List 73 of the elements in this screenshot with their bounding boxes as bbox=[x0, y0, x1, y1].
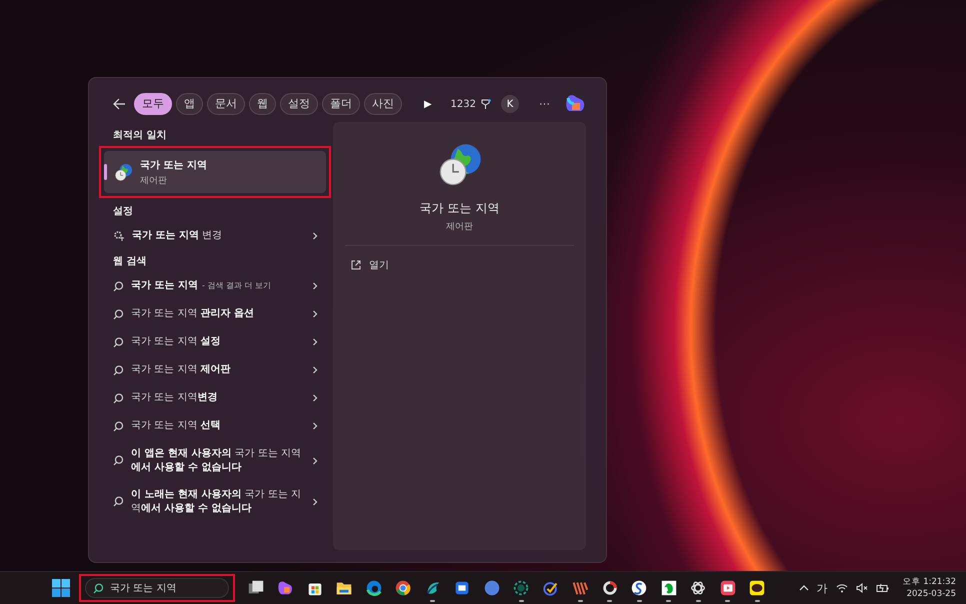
chat-bubble-icon[interactable] bbox=[748, 579, 766, 597]
search-icon bbox=[113, 364, 124, 376]
back-arrow-icon bbox=[113, 98, 126, 110]
wifi-icon[interactable] bbox=[836, 583, 848, 593]
web-search-result[interactable]: 국가 또는 지역 선택 bbox=[131, 419, 304, 433]
swirl-logo-icon[interactable] bbox=[276, 579, 294, 597]
chevron-right-icon bbox=[311, 456, 319, 464]
s-logo-icon[interactable] bbox=[630, 579, 648, 597]
settings-gear-icon bbox=[113, 230, 125, 242]
open-external-icon bbox=[351, 260, 361, 270]
chevron-right-icon bbox=[311, 366, 319, 374]
filter-tab[interactable]: 앱 bbox=[176, 93, 203, 115]
search-icon bbox=[113, 455, 124, 466]
best-match-item[interactable]: 국가 또는 지역 제어판 bbox=[104, 151, 326, 193]
account-avatar[interactable]: K bbox=[501, 95, 519, 113]
section-heading: 웹 검색 bbox=[112, 255, 148, 269]
preview-title: 국가 또는 지역 bbox=[420, 200, 500, 217]
filter-tab[interactable]: 모두 bbox=[134, 93, 172, 115]
settings-result[interactable]: 국가 또는 지역 변경 bbox=[132, 229, 304, 243]
web-search-result[interactable]: 국가 또는 지역변경 bbox=[131, 391, 304, 405]
filter-tab[interactable]: 폴더 bbox=[322, 93, 360, 115]
dotted-ring-icon[interactable] bbox=[512, 579, 530, 597]
web-search-result[interactable]: 국가 또는 지역 설정 bbox=[131, 335, 304, 349]
ring-logo-icon[interactable] bbox=[600, 579, 619, 597]
filter-tab[interactable]: 문서 bbox=[207, 93, 245, 115]
browser-ball-icon[interactable] bbox=[394, 579, 412, 597]
section-heading: 설정 bbox=[112, 205, 134, 219]
web-search-result[interactable]: 이 앱은 현재 사용자의 국가 또는 지역에서 사용할 수 없습니다 bbox=[131, 446, 304, 474]
search-icon bbox=[113, 336, 124, 348]
chevron-right-icon bbox=[311, 394, 319, 402]
play-video-icon[interactable] bbox=[718, 579, 737, 597]
search-icon bbox=[113, 496, 124, 507]
globe-clock-icon bbox=[114, 162, 133, 182]
more-filters-button[interactable]: ▶ bbox=[418, 97, 438, 111]
search-icon bbox=[113, 280, 124, 292]
chevron-right-icon bbox=[311, 498, 319, 506]
filter-tab[interactable]: 설정 bbox=[280, 93, 318, 115]
app-window-icon[interactable] bbox=[453, 579, 472, 597]
windows-start-icon[interactable] bbox=[52, 579, 70, 597]
clock-date[interactable]: 2025-03-25 bbox=[906, 588, 956, 600]
chevron-right-icon bbox=[311, 232, 319, 240]
battery-icon[interactable] bbox=[876, 583, 889, 593]
result-subtitle: 제어판 bbox=[140, 174, 168, 186]
chevron-up-icon[interactable] bbox=[798, 583, 809, 593]
open-action[interactable]: 열기 bbox=[345, 254, 574, 276]
web-search-result[interactable]: 국가 또는 지역 관리자 옵션 bbox=[131, 307, 304, 321]
search-icon bbox=[93, 582, 104, 594]
search-icon bbox=[113, 420, 124, 432]
chevron-right-icon bbox=[311, 338, 319, 346]
chevron-right-icon bbox=[311, 422, 319, 430]
check-circle-icon[interactable] bbox=[542, 579, 560, 597]
muted-speaker-icon[interactable] bbox=[856, 583, 868, 593]
input-method-indicator[interactable]: 가 bbox=[816, 580, 828, 596]
preview-subtitle: 제어판 bbox=[446, 221, 473, 233]
result-title: 국가 또는 지역 bbox=[140, 158, 207, 172]
browser-swirl-icon[interactable] bbox=[364, 579, 383, 597]
chevron-right-icon bbox=[311, 282, 319, 290]
chevron-right-icon bbox=[311, 310, 319, 318]
clock-time[interactable]: 오후 1:21:32 bbox=[902, 576, 956, 588]
web-search-result[interactable]: 국가 또는 지역 제어판 bbox=[131, 363, 304, 377]
taskbar-search-field[interactable]: 국가 또는 지역 bbox=[85, 578, 229, 598]
filter-tab[interactable]: 사진 bbox=[364, 93, 402, 115]
round-app-icon[interactable] bbox=[482, 579, 501, 597]
search-icon bbox=[113, 392, 124, 404]
filter-tab[interactable]: 웹 bbox=[249, 93, 276, 115]
section-heading: 최적의 일치 bbox=[112, 129, 168, 143]
web-search-result[interactable]: 국가 또는 지역 - 검색 결과 더 보기 bbox=[131, 279, 304, 293]
web-search-result[interactable]: 이 노래는 현재 사용자의 국가 또는 지역에서 사용할 수 없습니다 bbox=[131, 488, 304, 516]
more-options-button[interactable]: ··· bbox=[533, 97, 556, 111]
reward-medal-icon bbox=[480, 98, 491, 110]
search-icon bbox=[113, 308, 124, 320]
points-count: 1232 bbox=[450, 98, 476, 110]
swirl-logo-icon[interactable] bbox=[564, 94, 586, 114]
